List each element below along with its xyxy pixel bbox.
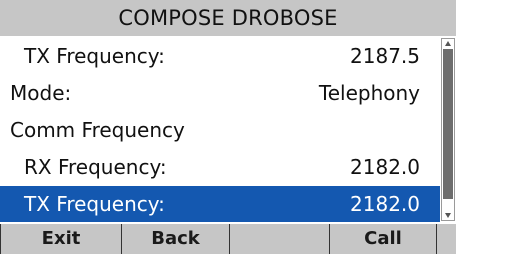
list-item-mode[interactable]: Mode: Telephony	[0, 75, 440, 111]
radio-display: COMPOSE DROBOSE TX Frequency: 2187.5 Mod…	[0, 0, 456, 254]
list-item-label: RX Frequency:	[24, 155, 167, 179]
list-item-label: Mode:	[10, 81, 72, 105]
screen-title: COMPOSE DROBOSE	[0, 0, 456, 36]
list-item-label: TX Frequency:	[24, 192, 165, 216]
list-item-comm-frequency[interactable]: Comm Frequency	[0, 112, 440, 148]
scrollbar[interactable]	[441, 38, 455, 221]
settings-list: TX Frequency: 2187.5 Mode: Telephony Com…	[0, 38, 440, 222]
scrollbar-thumb[interactable]	[443, 49, 453, 199]
list-item-tx-frequency-selected[interactable]: TX Frequency: 2182.0	[0, 186, 440, 222]
list-item-value: 2187.5	[350, 44, 420, 68]
exit-softkey[interactable]: Exit	[0, 224, 122, 254]
list-item-value: 2182.0	[350, 155, 420, 179]
list-item-tx-frequency-top[interactable]: TX Frequency: 2187.5	[0, 38, 440, 74]
call-softkey[interactable]: Call	[330, 224, 437, 254]
back-softkey[interactable]: Back	[122, 224, 230, 254]
list-item-value: 2182.0	[350, 192, 420, 216]
scroll-up-arrow-icon	[445, 41, 451, 46]
list-item-value: Telephony	[318, 81, 420, 105]
list-item-label: TX Frequency:	[24, 44, 165, 68]
scroll-down-arrow-icon	[445, 213, 451, 218]
softkey-bar: Exit Back Call	[0, 224, 456, 254]
blank-softkey[interactable]	[230, 224, 330, 254]
list-item-rx-frequency[interactable]: RX Frequency: 2182.0	[0, 149, 440, 185]
list-item-label: Comm Frequency	[10, 118, 185, 142]
